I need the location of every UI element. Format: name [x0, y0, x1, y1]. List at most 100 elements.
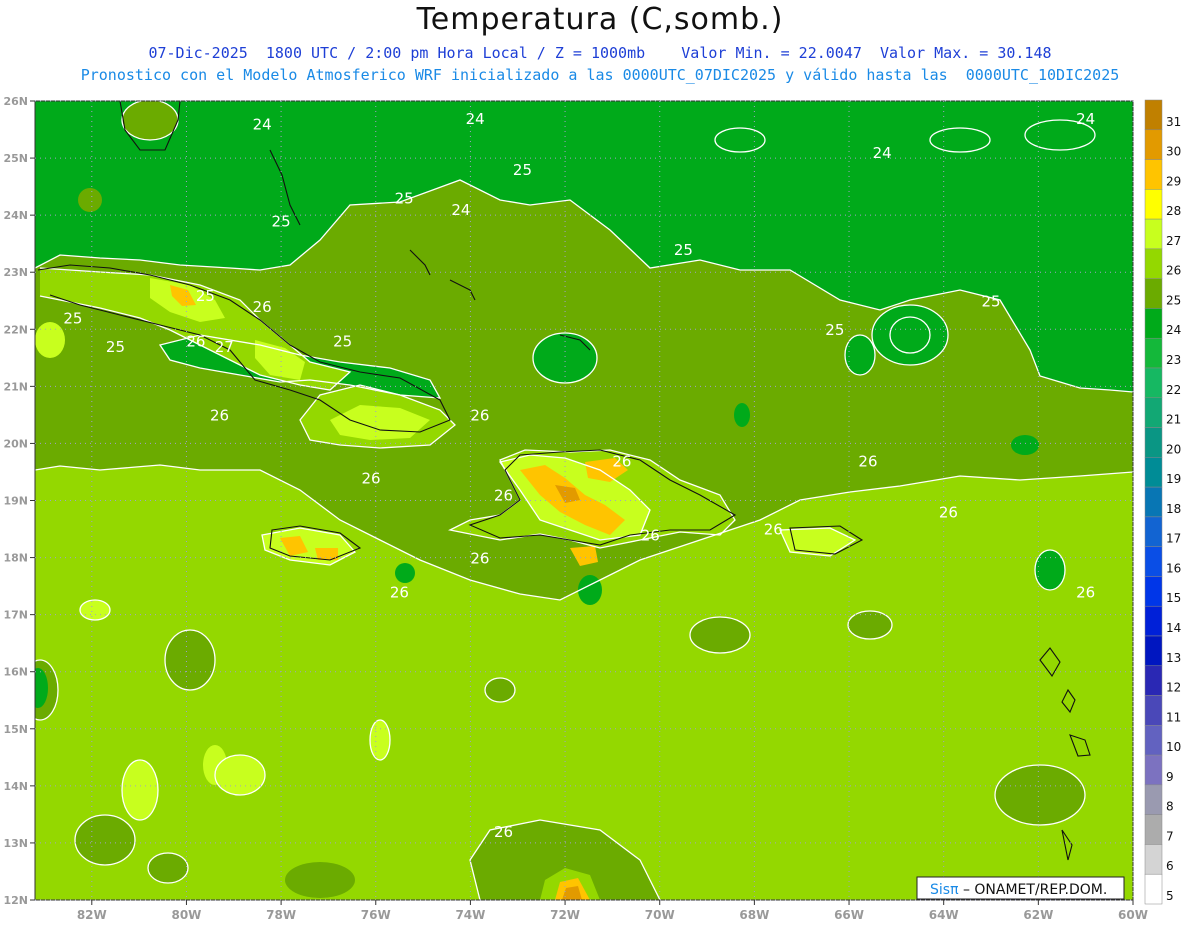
x-tick-label: 76W	[361, 908, 391, 922]
temperature-colorbar: 31 30 29 28 27 26 25 24 23 22 21 20 19 18 17 16 15 14 13 12…	[1144, 99, 1181, 905]
colorbar-label: 5	[1166, 889, 1174, 903]
contour-label: 26	[1076, 584, 1095, 602]
colorbar-label: 7	[1166, 829, 1174, 843]
contour-label: 26	[939, 504, 958, 522]
sispi-logo: Sisπ	[930, 882, 959, 898]
contour-label: 26	[186, 332, 205, 350]
y-tick-label: 19N	[3, 495, 28, 508]
x-tick-label: 82W	[77, 908, 107, 922]
contour-label: 24	[1076, 110, 1095, 128]
colorbar-label: 27	[1166, 234, 1181, 248]
colorbar-swatch	[1144, 873, 1163, 905]
contour-label: 25	[825, 321, 844, 339]
colorbar-swatch	[1144, 665, 1163, 696]
temperature-shading	[35, 101, 1133, 900]
y-tick-label: 17N	[3, 609, 28, 622]
colorbar-label: 23	[1166, 353, 1181, 367]
contour-label: 24	[253, 116, 272, 134]
colorbar-label: 20	[1166, 442, 1181, 456]
contour-label: 25	[63, 310, 82, 328]
colorbar-swatch	[1144, 129, 1163, 160]
x-tick-label: 78W	[266, 908, 296, 922]
y-tick-label: 26N	[3, 95, 28, 108]
colorbar-swatch	[1144, 635, 1163, 667]
y-tick-label: 24N	[3, 209, 28, 222]
y-tick-label: 23N	[3, 266, 28, 279]
colorbar-swatch	[1144, 337, 1163, 369]
colorbar-label: 12	[1166, 681, 1181, 695]
colorbar-label: 13	[1166, 651, 1181, 665]
contour-label: 26	[764, 521, 783, 539]
colorbar-swatch	[1144, 844, 1163, 875]
colorbar-label: 24	[1166, 323, 1181, 337]
contour-label: 25	[333, 332, 352, 350]
colorbar-label: 19	[1166, 472, 1181, 486]
contour-label: 26	[641, 526, 660, 544]
onamet-credit: – ONAMET/REP.DOM.	[959, 882, 1108, 898]
colorbar-swatch	[1144, 605, 1163, 637]
contour-label: 26	[210, 407, 229, 425]
contour-label: 25	[674, 241, 693, 259]
colorbar-label: 29	[1166, 174, 1181, 188]
colorbar-label: 31	[1166, 115, 1181, 129]
colorbar-label: 26	[1166, 264, 1181, 278]
colorbar-label: 18	[1166, 502, 1181, 516]
x-tick-label: 72W	[550, 908, 580, 922]
colorbar-swatch	[1144, 189, 1163, 220]
contour-label: 26	[470, 549, 489, 567]
contour-label: 26	[858, 452, 877, 470]
colorbar-label: 25	[1166, 293, 1181, 307]
x-tick-label: 74W	[455, 908, 485, 922]
y-tick-label: 15N	[3, 723, 28, 736]
contour-label: 25	[106, 338, 125, 356]
contour-label: 26	[390, 584, 409, 602]
x-tick-label: 60W	[1118, 908, 1148, 922]
colorbar-label: 21	[1166, 413, 1181, 427]
contour-label: 27	[215, 338, 234, 356]
contour-label: 26	[494, 487, 513, 505]
y-tick-label: 14N	[3, 780, 28, 793]
contour-label: 25	[272, 213, 291, 231]
colorbar-label: 6	[1166, 859, 1174, 873]
x-tick-label: 64W	[929, 908, 959, 922]
colorbar-swatch	[1144, 397, 1163, 428]
colorbar-label: 28	[1166, 204, 1181, 218]
x-tick-label: 68W	[739, 908, 769, 922]
y-tick-label: 16N	[3, 666, 28, 679]
x-tick-label: 80W	[171, 908, 201, 922]
y-tick-label: 21N	[3, 380, 28, 393]
colorbar-label: 8	[1166, 800, 1174, 814]
colorbar-swatch	[1144, 218, 1163, 250]
colorbar-swatch	[1144, 248, 1163, 279]
colorbar-swatch	[1144, 159, 1163, 190]
colorbar-swatch	[1144, 99, 1163, 131]
colorbar-label: 14	[1166, 621, 1181, 635]
colorbar-label: 10	[1166, 740, 1181, 754]
svg-text:Sisπ – ONAMET/REP.DOM.: Sisπ – ONAMET/REP.DOM.	[930, 882, 1107, 898]
x-tick-label: 70W	[645, 908, 675, 922]
colorbar-swatch	[1144, 725, 1163, 756]
colorbar-swatch	[1144, 486, 1163, 518]
contour-label: 26	[361, 469, 380, 487]
x-tick-label: 62W	[1023, 908, 1053, 922]
colorbar-label: 9	[1166, 770, 1174, 784]
y-tick-label: 18N	[3, 552, 28, 565]
colorbar-swatch	[1144, 278, 1163, 309]
y-tick-label: 22N	[3, 323, 28, 336]
colorbar-label: 16	[1166, 561, 1181, 575]
colorbar-swatch	[1144, 695, 1163, 726]
contour-label: 25	[513, 161, 532, 179]
colorbar-swatch	[1144, 457, 1163, 488]
contour-label: 25	[981, 292, 1000, 310]
colorbar-label: 17	[1166, 532, 1181, 546]
colorbar-swatch	[1144, 516, 1163, 547]
y-tick-label: 13N	[3, 837, 28, 850]
colorbar-label: 15	[1166, 591, 1181, 605]
colorbar-swatch	[1144, 367, 1163, 399]
colorbar-swatch	[1144, 427, 1163, 458]
contour-label: 25	[196, 287, 215, 305]
y-tick-label: 12N	[3, 894, 28, 907]
colorbar-label: 22	[1166, 383, 1181, 397]
colorbar-label: 30	[1166, 145, 1181, 159]
contour-label: 25	[395, 190, 414, 208]
